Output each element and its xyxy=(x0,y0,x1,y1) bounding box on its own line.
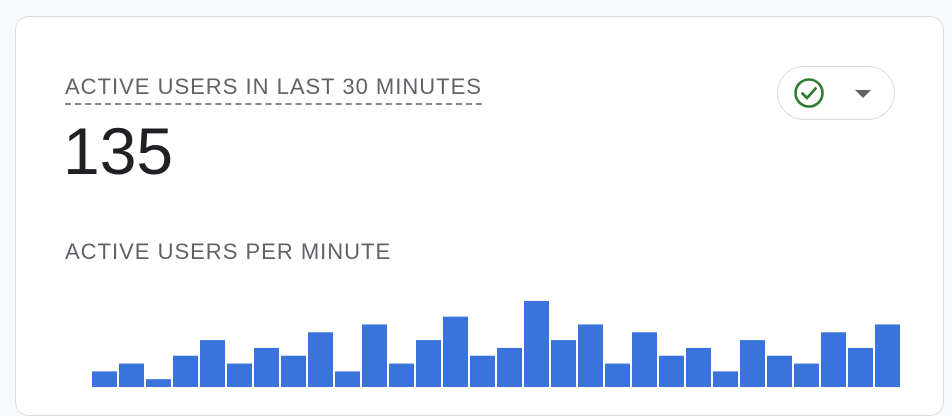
active-users-count: 135 xyxy=(63,114,174,188)
bar-minute-16[interactable] xyxy=(497,347,522,387)
realtime-card: ACTIVE USERS IN LAST 30 MINUTES 135 ACTI… xyxy=(15,16,944,416)
bar-minute-15[interactable] xyxy=(470,355,495,387)
bar-minute-23[interactable] xyxy=(686,347,711,387)
metric-title[interactable]: ACTIVE USERS IN LAST 30 MINUTES xyxy=(65,74,482,105)
bar-minute-26[interactable] xyxy=(767,355,792,387)
bar-minute-25[interactable] xyxy=(740,340,765,387)
bar-minute-22[interactable] xyxy=(659,355,684,387)
bar-minute-5[interactable] xyxy=(200,340,225,387)
active-users-per-minute-chart xyxy=(92,301,900,387)
bar-minute-7[interactable] xyxy=(254,347,279,387)
bar-minute-30[interactable] xyxy=(875,324,900,387)
bar-minute-12[interactable] xyxy=(389,363,414,387)
bar-minute-27[interactable] xyxy=(794,363,819,387)
bar-minute-1[interactable] xyxy=(92,371,117,387)
bar-minute-6[interactable] xyxy=(227,363,252,387)
bar-minute-2[interactable] xyxy=(119,363,144,387)
bar-minute-9[interactable] xyxy=(308,332,333,387)
status-dropdown-button[interactable] xyxy=(777,66,895,120)
bar-minute-14[interactable] xyxy=(443,316,468,387)
bar-minute-4[interactable] xyxy=(173,355,198,387)
bar-minute-18[interactable] xyxy=(551,340,576,387)
bar-minute-19[interactable] xyxy=(578,324,603,387)
bar-minute-10[interactable] xyxy=(335,371,360,387)
bar-minute-20[interactable] xyxy=(605,363,630,387)
bar-minute-28[interactable] xyxy=(821,332,846,387)
chart-title: ACTIVE USERS PER MINUTE xyxy=(65,239,392,264)
bar-minute-11[interactable] xyxy=(362,324,387,387)
bar-minute-17[interactable] xyxy=(524,301,549,387)
bar-minute-21[interactable] xyxy=(632,332,657,387)
bar-minute-3[interactable] xyxy=(146,379,171,387)
bar-minute-8[interactable] xyxy=(281,355,306,387)
bar-minute-24[interactable] xyxy=(713,371,738,387)
arrow-drop-down-icon xyxy=(855,90,871,98)
bar-minute-13[interactable] xyxy=(416,340,441,387)
bar-minute-29[interactable] xyxy=(848,347,873,387)
check-circle-icon xyxy=(794,78,824,108)
